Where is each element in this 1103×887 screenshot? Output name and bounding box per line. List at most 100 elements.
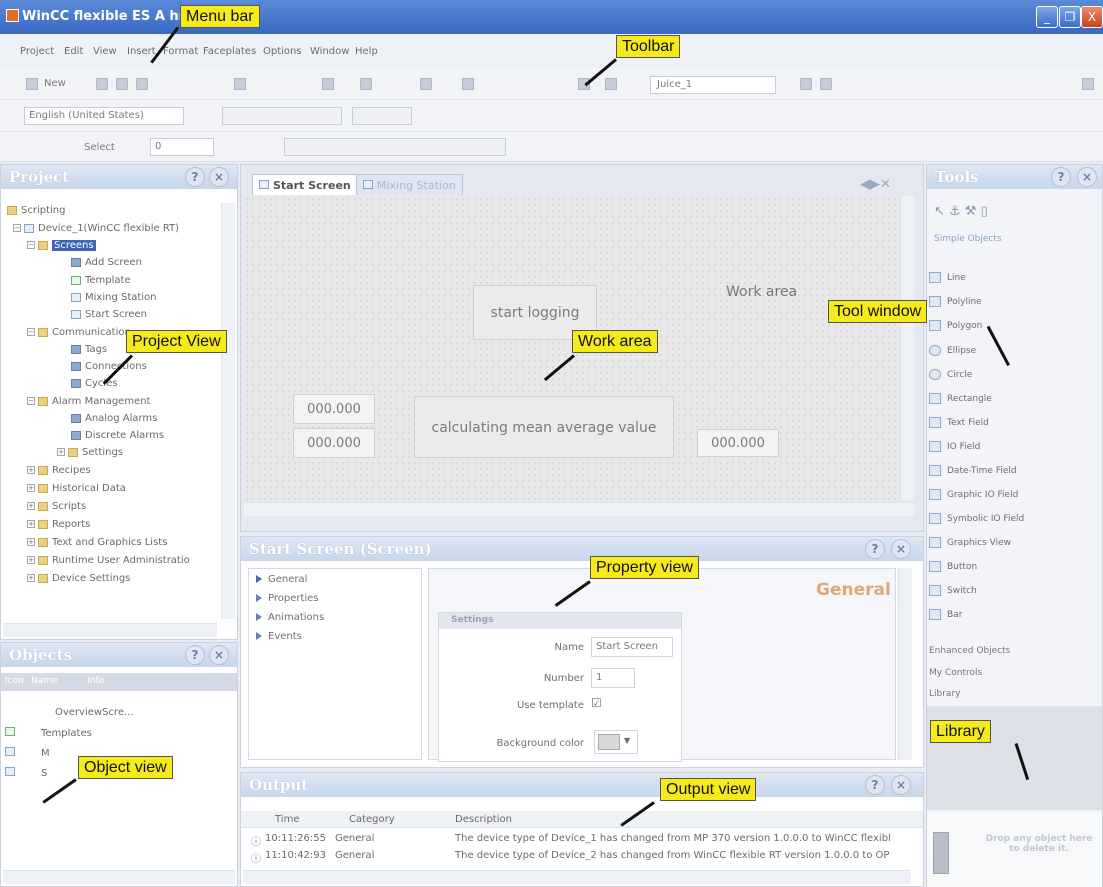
property-nav-animations[interactable]: Animations xyxy=(256,612,324,623)
list-item[interactable]: M xyxy=(5,747,50,759)
io-field[interactable]: 000.000 xyxy=(697,429,779,457)
object-combo[interactable] xyxy=(284,138,506,156)
menu-options[interactable]: Options xyxy=(263,46,302,57)
tools-toolbar-icons[interactable]: ↖ ⚓ ⚒ ▯ xyxy=(934,204,988,219)
tree-item[interactable]: − Communication xyxy=(27,327,131,338)
tool-switch[interactable]: Switch xyxy=(929,585,977,596)
tab-mixing-station[interactable]: Mixing Station xyxy=(356,174,463,195)
objects-hscrollbar[interactable] xyxy=(3,870,235,884)
close-icon[interactable]: × xyxy=(209,645,229,665)
tool-ellipse[interactable]: Ellipse xyxy=(929,345,976,356)
io-field[interactable]: 000.000 xyxy=(293,394,375,424)
tree-item[interactable]: + Historical Data xyxy=(27,483,126,494)
list-item[interactable]: OverviewScre... xyxy=(55,707,134,718)
expand-icon[interactable]: + xyxy=(27,556,35,564)
tree-item[interactable]: Analog Alarms xyxy=(71,413,157,424)
menu-insert[interactable]: Insert xyxy=(127,46,156,57)
tree-item[interactable]: + Reports xyxy=(27,519,90,530)
library-header[interactable]: Library xyxy=(929,689,960,699)
tree-item[interactable]: Template xyxy=(71,275,131,286)
help-icon[interactable]: ? xyxy=(865,539,885,559)
view-icon[interactable] xyxy=(420,78,432,90)
tool-line[interactable]: Line xyxy=(929,272,966,283)
transfer-icon[interactable] xyxy=(605,78,617,90)
tree-item[interactable]: − Alarm Management xyxy=(27,396,150,407)
menu-faceplates[interactable]: Faceplates xyxy=(203,46,256,57)
output-hscrollbar[interactable] xyxy=(243,870,911,884)
help-icon[interactable]: ? xyxy=(185,167,205,187)
trash-area[interactable]: Drop any object here to delete it. xyxy=(927,812,1102,887)
list-item[interactable]: Templates xyxy=(5,727,92,739)
tool-graphics-view[interactable]: Graphics View xyxy=(929,537,1011,548)
number-stepper[interactable]: 0 xyxy=(150,138,214,156)
copy-icon[interactable] xyxy=(234,78,246,90)
help-icon[interactable] xyxy=(1082,78,1094,90)
tree-item[interactable]: + Settings xyxy=(57,447,123,458)
close-icon[interactable]: × xyxy=(891,775,911,795)
tree-item[interactable]: − Screens xyxy=(27,240,96,251)
collapse-icon[interactable]: − xyxy=(27,397,35,405)
tree-item[interactable]: + Text and Graphics Lists xyxy=(27,537,167,548)
menu-window[interactable]: Window xyxy=(310,46,349,57)
new-button[interactable]: New xyxy=(44,78,66,89)
align-icon[interactable] xyxy=(322,78,334,90)
tool-button[interactable]: Button xyxy=(929,561,977,572)
collapse-icon[interactable]: − xyxy=(13,224,21,232)
font-size-select[interactable] xyxy=(352,107,412,125)
column-header[interactable]: Description xyxy=(455,814,512,825)
tree-item[interactable]: Cycles xyxy=(71,378,118,389)
table-row[interactable]: ⓘ 11:10:42:93 General The device type of… xyxy=(251,850,889,865)
project-scrollbar[interactable] xyxy=(221,203,235,619)
expand-icon[interactable]: + xyxy=(27,466,35,474)
language-select[interactable]: English (United States) xyxy=(24,107,184,125)
tool-circle[interactable]: Circle xyxy=(929,369,972,380)
expand-icon[interactable]: + xyxy=(27,538,35,546)
zoom-out-icon[interactable] xyxy=(820,78,832,90)
property-nav-properties[interactable]: Properties xyxy=(256,593,319,604)
tab-navigation-icon[interactable]: ◀▶✕ xyxy=(860,177,891,192)
expand-icon[interactable]: + xyxy=(27,574,35,582)
io-field[interactable]: 000.000 xyxy=(293,428,375,458)
simple-objects-header[interactable]: Simple Objects xyxy=(934,234,1002,244)
save-icon[interactable] xyxy=(116,78,128,90)
calculate-mean-button[interactable]: calculating mean average value xyxy=(414,396,674,458)
menu-format[interactable]: Format xyxy=(163,46,198,57)
column-header[interactable]: Icon xyxy=(5,676,24,686)
undo-icon[interactable] xyxy=(136,78,148,90)
project-combo[interactable]: Juice_1 xyxy=(650,76,776,94)
column-header[interactable]: Time xyxy=(275,814,299,825)
tool-text-field[interactable]: Text Field xyxy=(929,417,989,428)
menu-edit[interactable]: Edit xyxy=(64,46,83,57)
work-area-scrollbar[interactable] xyxy=(900,196,914,500)
tool-date-time-field[interactable]: Date-Time Field xyxy=(929,465,1017,476)
menu-help[interactable]: Help xyxy=(355,46,378,57)
name-field[interactable]: Start Screen xyxy=(591,637,673,657)
column-header[interactable]: Info xyxy=(87,676,104,686)
layer-icon[interactable] xyxy=(360,78,372,90)
use-template-checkbox[interactable]: ☑ xyxy=(591,696,602,710)
open-icon[interactable] xyxy=(96,78,108,90)
tree-item[interactable]: Discrete Alarms xyxy=(71,430,164,441)
property-scrollbar[interactable] xyxy=(898,568,912,760)
property-nav-events[interactable]: Events xyxy=(256,631,302,642)
tool-bar[interactable]: Bar xyxy=(929,609,962,620)
tree-item[interactable]: + Scripts xyxy=(27,501,86,512)
minimize-button[interactable]: _ xyxy=(1036,6,1058,28)
close-icon[interactable]: × xyxy=(1077,167,1097,187)
my-controls-header[interactable]: My Controls xyxy=(929,668,982,678)
maximize-button[interactable]: ❐ xyxy=(1059,6,1081,28)
filter-icon[interactable] xyxy=(462,78,474,90)
select-button[interactable]: Select xyxy=(84,142,115,153)
list-item[interactable]: S xyxy=(5,767,47,779)
help-icon[interactable]: ? xyxy=(1051,167,1071,187)
collapse-icon[interactable]: − xyxy=(27,328,35,336)
menu-view[interactable]: View xyxy=(93,46,117,57)
expand-icon[interactable]: + xyxy=(27,484,35,492)
expand-icon[interactable]: + xyxy=(27,520,35,528)
help-icon[interactable]: ? xyxy=(865,775,885,795)
expand-icon[interactable]: + xyxy=(57,448,65,456)
tree-item[interactable]: Connections xyxy=(71,361,147,372)
background-color-picker[interactable]: ▼ xyxy=(594,730,638,754)
column-header[interactable]: Name xyxy=(31,676,58,686)
enhanced-objects-header[interactable]: Enhanced Objects xyxy=(929,646,1010,656)
